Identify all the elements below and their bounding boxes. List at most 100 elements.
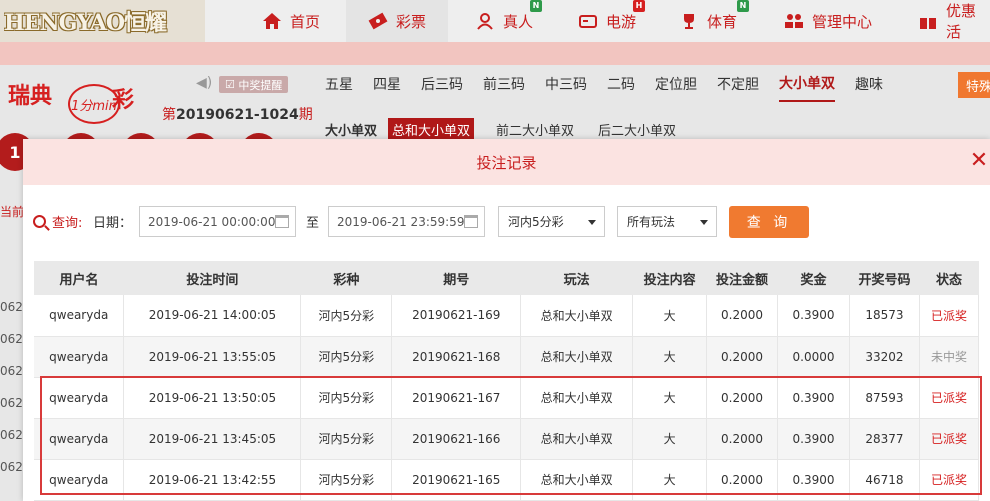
cell-issue: 20190621-165 [391, 459, 522, 501]
cell-issue: 20190621-168 [391, 336, 522, 378]
nav-sports-label: 体育 [707, 12, 738, 31]
person-icon [475, 12, 495, 30]
to-label: 至 [306, 216, 320, 231]
col-header-amount: 投注金额 [706, 261, 778, 295]
users-icon [784, 12, 804, 30]
col-header-play: 玩法 [520, 261, 633, 295]
col-header-content: 投注内容 [632, 261, 707, 295]
cell-lottery: 河内5分彩 [300, 418, 393, 460]
nav-lottery-label: 彩票 [396, 12, 427, 31]
tab-housanma[interactable]: 后三码 [421, 66, 463, 102]
cell-issue: 20190621-166 [391, 418, 522, 460]
tab-zhongsanma[interactable]: 中三码 [545, 66, 587, 102]
site-logo[interactable]: HENGYAO恒耀 [0, 0, 205, 42]
table-row[interactable]: qwearyda 2019-06-21 14:00:05 河内5分彩 20190… [34, 295, 980, 337]
cell-content: 大 [632, 336, 708, 378]
nav-egame[interactable]: 电游 H [578, 0, 645, 42]
cell-amount: 0.2000 [706, 377, 779, 419]
cell-number: 18573 [849, 295, 920, 337]
subtab-qianer[interactable]: 前二大小单双 [492, 118, 578, 140]
query-button[interactable]: 查 询 [729, 206, 809, 238]
home-icon [262, 12, 282, 30]
cell-lottery: 河内5分彩 [300, 336, 393, 378]
nav-home-label: 首页 [290, 12, 321, 31]
table-row[interactable]: qwearyda 2019-06-21 13:50:05 河内5分彩 20190… [34, 377, 980, 419]
period-suffix: 期 [298, 107, 313, 123]
subtab-zonghe[interactable]: 总和大小单双 [388, 118, 475, 140]
cell-prize: 0.0000 [777, 336, 850, 378]
play-select-value: 所有玩法 [627, 215, 676, 229]
cell-amount: 0.2000 [706, 459, 779, 501]
cell-time: 2019-06-21 13:50:05 [123, 377, 302, 419]
nav-promo[interactable]: 优惠活 [918, 0, 990, 42]
cell-status: 未中奖 [919, 336, 980, 378]
nav-management-label: 管理中心 [812, 12, 873, 31]
subtab-houer[interactable]: 后二大小单双 [594, 118, 680, 140]
table-row[interactable]: qwearyda 2019-06-21 13:42:55 河内5分彩 20190… [34, 459, 980, 501]
search-icon [33, 215, 46, 228]
cell-play: 总和大小单双 [520, 418, 634, 460]
nav-management[interactable]: 管理中心 [784, 0, 872, 42]
cell-issue: 20190621-169 [391, 295, 522, 337]
tab-quwei[interactable]: 趣味 [855, 66, 883, 102]
table-header-row: 用户名 投注时间 彩种 期号 玩法 投注内容 投注金额 奖金 开奖号码 状态 [34, 261, 979, 295]
tab-erma[interactable]: 二码 [607, 66, 635, 102]
nav-live[interactable]: 真人 N [475, 0, 542, 42]
cell-status: 已派奖 [919, 295, 980, 337]
lottery-select-value: 河内5分彩 [508, 215, 564, 229]
col-header-time: 投注时间 [123, 261, 301, 295]
tab-sixing[interactable]: 四星 [373, 66, 401, 102]
cell-user: qwearyda [34, 295, 125, 337]
game-brand-cai: 彩 [112, 88, 135, 113]
cell-time: 2019-06-21 14:00:05 [123, 295, 302, 337]
date-to-input[interactable]: 2019-06-21 23:59:59 [328, 206, 485, 237]
cell-content: 大 [632, 418, 708, 460]
badge-new: N [530, 0, 542, 12]
col-header-prize: 奖金 [777, 261, 850, 295]
cell-prize: 0.3900 [777, 377, 850, 419]
col-header-number: 开奖号码 [849, 261, 920, 295]
tab-qiansanma[interactable]: 前三码 [483, 66, 525, 102]
cell-amount: 0.2000 [706, 336, 779, 378]
cell-status: 已派奖 [919, 418, 980, 460]
tab-dingweidan[interactable]: 定位胆 [655, 66, 697, 102]
chevron-down-icon [588, 220, 596, 225]
cell-time: 2019-06-21 13:55:05 [123, 336, 302, 378]
cell-status: 已派奖 [919, 377, 980, 419]
table-row[interactable]: qwearyda 2019-06-21 13:45:05 河内5分彩 20190… [34, 418, 980, 460]
date-from-input[interactable]: 2019-06-21 00:00:00 [139, 206, 296, 237]
tab-wuxing[interactable]: 五星 [325, 66, 353, 102]
date-label: 日期： [93, 216, 133, 231]
gamepad-icon [578, 12, 598, 30]
chevron-down-icon [700, 220, 708, 225]
lottery-select[interactable]: 河内5分彩 [498, 206, 605, 237]
nav-egame-label: 电游 [606, 12, 637, 31]
tab-daxiaodanshuang[interactable]: 大小单双 [779, 66, 835, 102]
cell-number: 46718 [849, 459, 920, 501]
cell-user: qwearyda [34, 377, 125, 419]
subtab-daxiao[interactable]: 大小单双 [321, 118, 381, 140]
nav-home[interactable]: 首页 [262, 0, 320, 42]
table-row[interactable]: qwearyda 2019-06-21 13:55:05 河内5分彩 20190… [34, 336, 980, 378]
nav-sports[interactable]: 体育 N [679, 0, 749, 42]
header-stripe [0, 42, 990, 65]
cell-content: 大 [632, 377, 708, 419]
close-icon[interactable]: ✕ [968, 150, 990, 172]
cell-play: 总和大小单双 [520, 459, 634, 501]
tab-budingdan[interactable]: 不定胆 [717, 66, 759, 102]
cell-lottery: 河内5分彩 [300, 295, 393, 337]
special-button[interactable]: 特殊 [958, 72, 990, 98]
period-display: 第20190621-1024期 [162, 104, 313, 124]
speaker-icon[interactable]: ◀) [196, 75, 212, 91]
win-remind-toggle[interactable]: ☑ 中奖提醒 [219, 76, 289, 93]
cell-amount: 0.2000 [706, 295, 779, 337]
play-select[interactable]: 所有玩法 [617, 206, 717, 237]
nav-lottery[interactable]: 彩票 [346, 0, 448, 42]
period-prefix: 第 [162, 107, 176, 123]
nav-live-label: 真人 [503, 12, 534, 31]
trophy-icon [679, 12, 699, 30]
col-header-issue: 期号 [391, 261, 521, 295]
gift-icon [918, 12, 938, 30]
cell-time: 2019-06-21 13:45:05 [123, 418, 302, 460]
cell-lottery: 河内5分彩 [300, 459, 393, 501]
